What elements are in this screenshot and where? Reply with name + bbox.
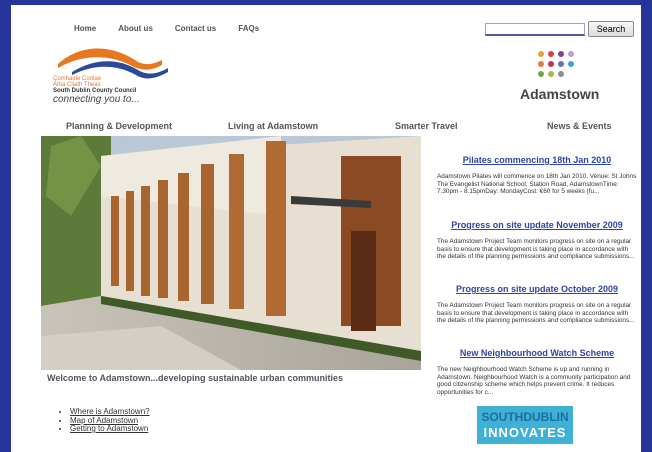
top-nav: Home About us Contact us FAQs [74,24,281,33]
main-nav-travel[interactable]: Smarter Travel [395,121,458,131]
news-item: Progress on site update November 2009 Th… [437,220,637,261]
news-title-link[interactable]: Progress on site update November 2009 [437,220,637,230]
main-nav-living[interactable]: Living at Adamstown [228,121,318,131]
logo-dot [568,61,574,67]
logo-dot [558,71,564,77]
logo-dot [548,71,554,77]
getting-to-adamstown-link[interactable]: Getting to Adamstown [70,424,148,433]
news-summary: Adamstown Pilates will commence on 18th … [437,173,637,196]
search-input[interactable] [485,23,585,36]
nav-about-link[interactable]: About us [118,24,153,33]
news-item: Progress on site update October 2009 The… [437,284,637,325]
main-nav-news[interactable]: News & Events [547,121,612,131]
hero-photo [41,136,421,370]
logo-dot [538,61,544,67]
search-button[interactable]: Search [588,21,634,37]
nav-faqs-link[interactable]: FAQs [238,24,259,33]
banner-line-1: SOUTHDUBLIN [481,410,568,424]
news-summary: The Adamstown Project Team monitors prog… [437,302,635,325]
south-dublin-innovates-banner[interactable]: SOUTHDUBLIN INNOVATES [477,406,573,444]
banner-line-2: INNOVATES [484,425,567,440]
quick-links-list: Where is Adamstown? Map of Adamstown Get… [60,407,150,434]
council-tagline: connecting you to... [53,94,140,105]
news-title-link[interactable]: Pilates commencing 18th Jan 2010 [437,155,637,165]
nav-contact-link[interactable]: Contact us [175,24,216,33]
news-summary: The Adamstown Project Team monitors prog… [437,238,635,261]
logo-dot [538,71,544,77]
main-nav-planning[interactable]: Planning & Development [66,121,172,131]
adamstown-wordmark[interactable]: Adamstown [520,86,599,102]
nav-home-link[interactable]: Home [74,24,96,33]
news-title-link[interactable]: New Neighbourhood Watch Scheme [437,348,637,358]
news-summary: The new Neighbourhood Watch Scheme is up… [437,366,631,396]
logo-dot [558,51,564,57]
list-item: Getting to Adamstown [70,424,150,434]
logo-dot [538,51,544,57]
logo-dot [568,51,574,57]
logo-dot [558,61,564,67]
logo-dot [548,61,554,67]
news-title-link[interactable]: Progress on site update October 2009 [437,284,637,294]
hero-caption: Welcome to Adamstown...developing sustai… [47,373,344,383]
news-item: New Neighbourhood Watch Scheme The new N… [437,348,637,396]
news-item: Pilates commencing 18th Jan 2010 Adamsto… [437,155,637,196]
logo-dot [548,51,554,57]
